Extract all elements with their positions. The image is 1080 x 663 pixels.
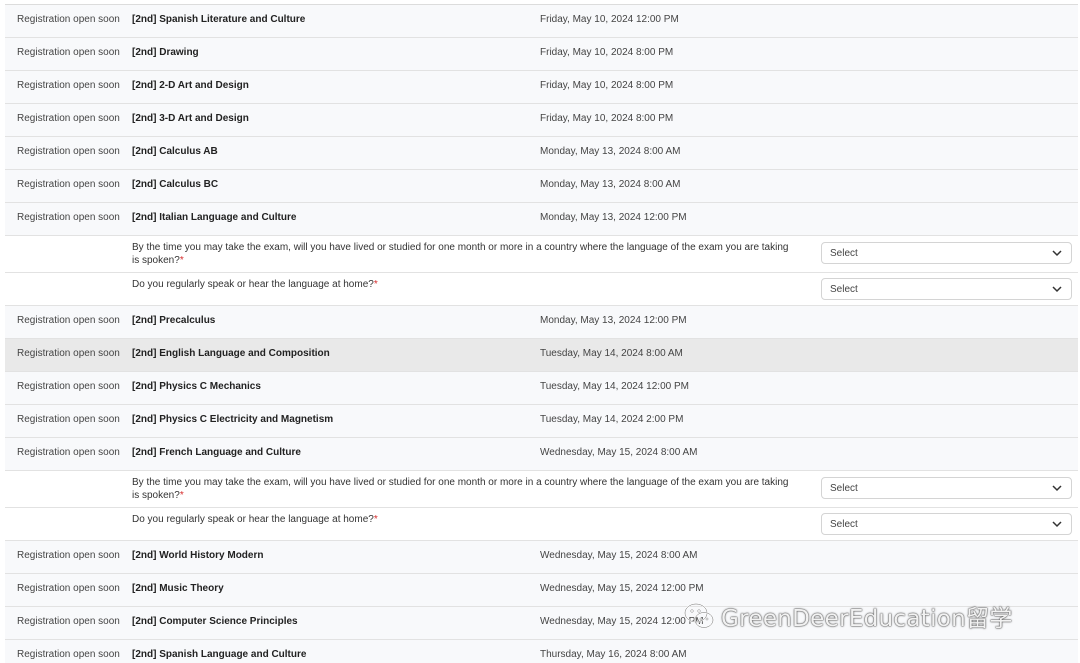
exam-row[interactable]: Registration open soon [2nd] Italian Lan… (5, 203, 1078, 236)
registration-status: Registration open soon (17, 80, 120, 91)
exam-name: [2nd] 3-D Art and Design (132, 113, 249, 124)
question-row: By the time you may take the exam, will … (5, 236, 1078, 273)
registration-status: Registration open soon (17, 381, 120, 392)
exam-name: [2nd] English Language and Composition (132, 348, 330, 359)
exam-row[interactable]: Registration open soon [2nd] Physics C M… (5, 372, 1078, 405)
registration-status: Registration open soon (17, 47, 120, 58)
exam-registration-page: Registration open soon [2nd] Spanish Lit… (0, 0, 1080, 663)
exam-name: [2nd] Music Theory (132, 583, 224, 594)
registration-status: Registration open soon (17, 315, 120, 326)
exam-row[interactable]: Registration open soon [2nd] Precalculus… (5, 306, 1078, 339)
chevron-down-icon (1052, 485, 1062, 492)
exam-name: [2nd] World History Modern (132, 550, 264, 561)
exam-date: Monday, May 13, 2024 12:00 PM (540, 315, 687, 326)
exam-date: Wednesday, May 15, 2024 12:00 PM (540, 616, 704, 627)
exam-name: [2nd] Physics C Mechanics (132, 381, 261, 392)
exam-date: Wednesday, May 15, 2024 12:00 PM (540, 583, 704, 594)
registration-status: Registration open soon (17, 113, 120, 124)
exam-name: [2nd] Calculus AB (132, 146, 218, 157)
exam-date: Friday, May 10, 2024 8:00 PM (540, 47, 674, 58)
exam-date: Monday, May 13, 2024 8:00 AM (540, 179, 681, 190)
question-speak-at-home: Do you regularly speak or hear the langu… (132, 514, 378, 525)
exam-row[interactable]: Registration open soon [2nd] Calculus BC… (5, 170, 1078, 203)
exam-name: [2nd] Italian Language and Culture (132, 212, 297, 223)
exam-name: [2nd] Calculus BC (132, 179, 219, 190)
exam-name: [2nd] Physics C Electricity and Magnetis… (132, 414, 334, 425)
exam-date: Monday, May 13, 2024 12:00 PM (540, 212, 687, 223)
lived-abroad-select[interactable]: Select (821, 242, 1072, 264)
select-value: Select (830, 248, 858, 259)
required-mark: * (373, 514, 378, 525)
exam-row[interactable]: Registration open soon [2nd] Drawing Fri… (5, 38, 1078, 71)
exam-date: Tuesday, May 14, 2024 8:00 AM (540, 348, 683, 359)
exam-row[interactable]: Registration open soon [2nd] World Histo… (5, 541, 1078, 574)
speak-at-home-select[interactable]: Select (821, 278, 1072, 300)
exam-date: Wednesday, May 15, 2024 8:00 AM (540, 447, 698, 458)
select-value: Select (830, 284, 858, 295)
exam-row[interactable]: Registration open soon [2nd] Physics C E… (5, 405, 1078, 438)
registration-status: Registration open soon (17, 583, 120, 594)
exam-name: [2nd] Spanish Literature and Culture (132, 14, 306, 25)
question-row: By the time you may take the exam, will … (5, 471, 1078, 508)
chevron-down-icon (1052, 250, 1062, 257)
select-value: Select (830, 483, 858, 494)
question-lived-abroad: By the time you may take the exam, will … (132, 242, 789, 266)
registration-status: Registration open soon (17, 348, 120, 359)
exam-row[interactable]: Registration open soon [2nd] French Lang… (5, 438, 1078, 471)
question-row: Do you regularly speak or hear the langu… (5, 508, 1078, 541)
registration-status: Registration open soon (17, 649, 120, 660)
required-mark: * (179, 490, 184, 501)
registration-status: Registration open soon (17, 179, 120, 190)
exam-name: [2nd] French Language and Culture (132, 447, 301, 458)
question-speak-at-home: Do you regularly speak or hear the langu… (132, 279, 378, 290)
required-mark: * (373, 279, 378, 290)
exam-row[interactable]: Registration open soon [2nd] 3-D Art and… (5, 104, 1078, 137)
exam-name: [2nd] Drawing (132, 47, 199, 58)
exam-list: Registration open soon [2nd] Spanish Lit… (5, 4, 1078, 663)
select-value: Select (830, 519, 858, 530)
exam-row[interactable]: Registration open soon [2nd] Calculus AB… (5, 137, 1078, 170)
exam-name: [2nd] Spanish Language and Culture (132, 649, 307, 660)
registration-status: Registration open soon (17, 146, 120, 157)
exam-row[interactable]: Registration open soon [2nd] Music Theor… (5, 574, 1078, 607)
exam-row[interactable]: Registration open soon [2nd] Computer Sc… (5, 607, 1078, 640)
exam-date: Friday, May 10, 2024 8:00 PM (540, 80, 674, 91)
question-row: Do you regularly speak or hear the langu… (5, 273, 1078, 306)
required-mark: * (179, 255, 184, 266)
exam-row[interactable]: Registration open soon [2nd] Spanish Lit… (5, 5, 1078, 38)
exam-name: [2nd] Computer Science Principles (132, 616, 298, 627)
registration-status: Registration open soon (17, 447, 120, 458)
registration-status: Registration open soon (17, 414, 120, 425)
registration-status: Registration open soon (17, 616, 120, 627)
exam-name: [2nd] 2-D Art and Design (132, 80, 249, 91)
registration-status: Registration open soon (17, 14, 120, 25)
exam-date: Tuesday, May 14, 2024 12:00 PM (540, 381, 689, 392)
registration-status: Registration open soon (17, 550, 120, 561)
chevron-down-icon (1052, 286, 1062, 293)
registration-status: Registration open soon (17, 212, 120, 223)
exam-date: Monday, May 13, 2024 8:00 AM (540, 146, 681, 157)
question-lived-abroad: By the time you may take the exam, will … (132, 477, 789, 501)
exam-row[interactable]: Registration open soon [2nd] 2-D Art and… (5, 71, 1078, 104)
exam-row-hovered[interactable]: Registration open soon [2nd] English Lan… (5, 339, 1078, 372)
exam-date: Wednesday, May 15, 2024 8:00 AM (540, 550, 698, 561)
exam-date: Friday, May 10, 2024 8:00 PM (540, 113, 674, 124)
exam-date: Friday, May 10, 2024 12:00 PM (540, 14, 679, 25)
exam-date: Thursday, May 16, 2024 8:00 AM (540, 649, 687, 660)
exam-row[interactable]: Registration open soon [2nd] Spanish Lan… (5, 640, 1078, 663)
speak-at-home-select[interactable]: Select (821, 513, 1072, 535)
exam-date: Tuesday, May 14, 2024 2:00 PM (540, 414, 684, 425)
lived-abroad-select[interactable]: Select (821, 477, 1072, 499)
chevron-down-icon (1052, 521, 1062, 528)
exam-name: [2nd] Precalculus (132, 315, 216, 326)
